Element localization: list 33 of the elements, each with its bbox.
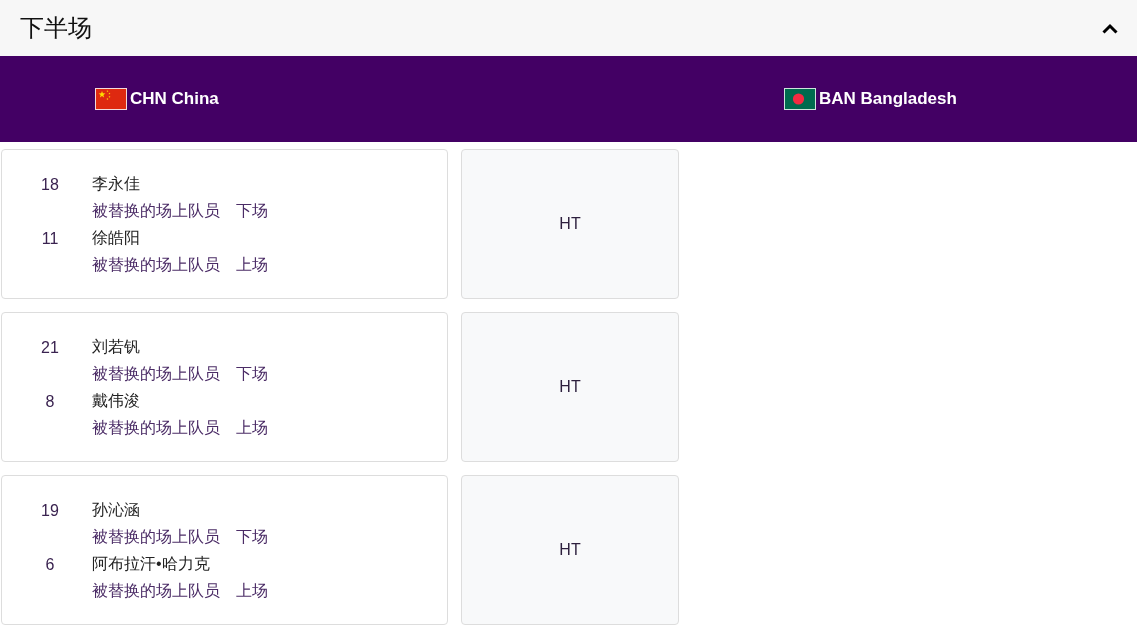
player-number: 11 <box>41 229 59 248</box>
player-role-label: 被替换的场上队员 <box>92 581 220 601</box>
chevron-up-icon[interactable] <box>1102 22 1118 34</box>
substitution-action: 下场 <box>236 527 268 547</box>
substitution-action: 上场 <box>236 418 268 438</box>
player-name: 孙沁涵 <box>92 500 140 520</box>
player-role-label: 被替换的场上队员 <box>92 255 220 275</box>
player-role-label: 被替换的场上队员 <box>92 418 220 438</box>
match-time: HT <box>559 541 581 559</box>
player-role-label: 被替换的场上队员 <box>92 201 220 221</box>
player-number: 6 <box>45 555 55 574</box>
team-name: BAN Bangladesh <box>819 89 957 109</box>
substitution-action: 上场 <box>236 255 268 275</box>
player-number: 18 <box>41 175 59 194</box>
player-name: 李永佳 <box>92 174 140 194</box>
flag-icon <box>95 88 127 110</box>
section-title: 下半场 <box>20 13 92 43</box>
substitution-action: 下场 <box>236 201 268 221</box>
player-name: 徐皓阳 <box>92 228 140 248</box>
team-name: CHN China <box>130 89 219 109</box>
flag-icon <box>784 88 816 110</box>
player-number: 19 <box>41 501 59 520</box>
substitution-action: 上场 <box>236 581 268 601</box>
player-number: 8 <box>45 392 55 411</box>
player-name: 阿布拉汗•哈力克 <box>92 554 210 574</box>
substitution-action: 下场 <box>236 364 268 384</box>
player-role-label: 被替换的场上队员 <box>92 364 220 384</box>
match-time: HT <box>559 215 581 233</box>
match-time: HT <box>559 378 581 396</box>
player-name: 刘若钒 <box>92 337 140 357</box>
player-number: 21 <box>41 338 59 357</box>
player-name: 戴伟浚 <box>92 391 140 411</box>
player-role-label: 被替换的场上队员 <box>92 527 220 547</box>
